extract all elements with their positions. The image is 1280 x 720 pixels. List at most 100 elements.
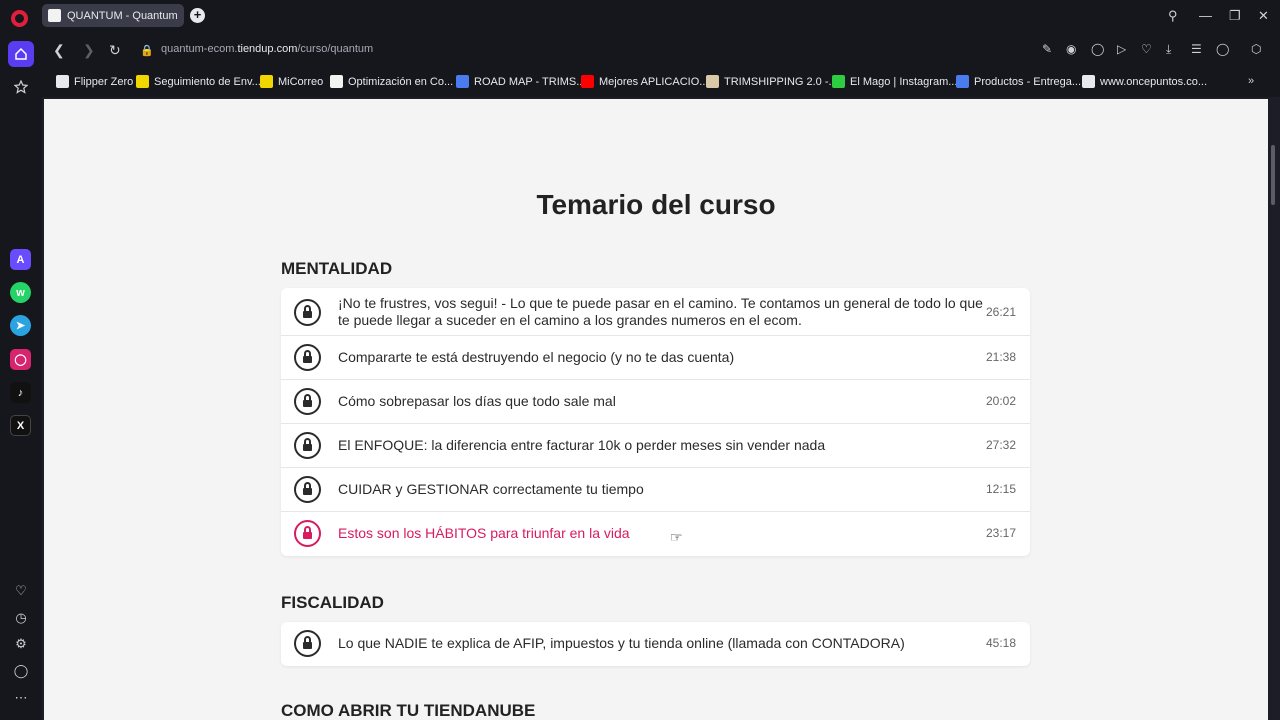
back-icon[interactable]: ❮ — [53, 42, 65, 59]
lesson-duration: 26:21 — [985, 305, 1016, 319]
lesson-row[interactable]: Cómo sobrepasar los días que todo sale m… — [281, 380, 1030, 424]
lock-icon — [294, 520, 321, 547]
bookmark-label: Optimización en Co... — [348, 75, 454, 88]
scrollbar-thumb[interactable] — [1271, 145, 1275, 205]
lesson-row[interactable]: Lo que NADIE te explica de AFIP, impuest… — [281, 622, 1030, 666]
download-icon[interactable]: ⤓ — [1166, 42, 1171, 57]
lock-icon — [294, 299, 321, 326]
settings-gear-icon[interactable]: ⚙ — [8, 631, 34, 657]
mail-icon — [260, 75, 273, 88]
play-icon[interactable]: ▷ — [1117, 42, 1126, 56]
lesson-row[interactable]: Compararte te está destruyendo el negoci… — [281, 336, 1030, 380]
leaf-icon — [832, 75, 845, 88]
bookmark-item[interactable]: MiCorreo — [260, 75, 323, 88]
lesson-list: Lo que NADIE te explica de AFIP, impuest… — [281, 622, 1030, 666]
lightbulb-icon[interactable]: ◯ — [8, 658, 34, 684]
lesson-duration: 12:15 — [985, 482, 1016, 496]
bookmarks-bar: Flipper Zero Seguimiento de Env... MiCor… — [42, 67, 1280, 97]
star-icon[interactable] — [8, 74, 34, 100]
lesson-duration: 27:32 — [985, 438, 1016, 452]
url-prefix: quantum-ecom. — [161, 43, 238, 55]
doc-icon — [1082, 75, 1095, 88]
bookmark-label: Mejores APLICACIO... — [599, 75, 709, 88]
profile-icon[interactable]: ◯ — [1216, 42, 1229, 56]
bookmark-label: El Mago | Instagram... — [850, 75, 958, 88]
instagram-icon[interactable]: ◯ — [10, 349, 31, 370]
lesson-title: Compararte te está destruyendo el negoci… — [338, 349, 735, 365]
heart-bookmark-icon[interactable]: ♡ — [1141, 42, 1152, 56]
lesson-duration: 23:17 — [985, 526, 1016, 540]
lock-icon — [294, 630, 321, 657]
bookmarks-overflow-icon[interactable]: » — [1248, 75, 1254, 87]
bookmark-label: www.oncepuntos.co... — [1100, 75, 1208, 88]
bookmark-item[interactable]: ROAD MAP - TRIMS... — [456, 75, 585, 88]
bookmark-item[interactable]: Mejores APLICACIO... — [581, 75, 708, 88]
doc-icon — [56, 75, 69, 88]
bookmark-item[interactable]: TRIMSHIPPING 2.0 -... — [706, 75, 838, 88]
lock-icon — [294, 344, 321, 371]
address-bar: ❮ ❯ ↻ 🔒 quantum-ecom.tiendup.com/curso/q… — [42, 33, 1280, 67]
minimize-icon[interactable]: — — [1199, 8, 1212, 23]
bookmark-item[interactable]: Productos - Entrega... — [956, 75, 1081, 88]
bookmark-label: Seguimiento de Env... — [154, 75, 261, 88]
telegram-icon[interactable]: ➤ — [10, 315, 31, 336]
trimshipping-icon — [706, 75, 719, 88]
lesson-row[interactable]: El ENFOQUE: la diferencia entre facturar… — [281, 424, 1030, 468]
bookmark-item[interactable]: www.oncepuntos.co... — [1082, 75, 1207, 88]
lesson-title: Estos son los HÁBITOS para triunfar en l… — [338, 525, 630, 541]
history-icon[interactable]: ◷ — [8, 605, 34, 631]
tab-favicon-icon — [48, 9, 61, 22]
heart-icon[interactable]: ♡ — [8, 578, 34, 604]
lesson-title: El ENFOQUE: la diferencia entre facturar… — [338, 437, 826, 453]
extensions-cube-icon[interactable]: ⬡ — [1251, 42, 1261, 56]
x-twitter-icon[interactable]: X — [10, 415, 31, 436]
docs-icon — [456, 75, 469, 88]
sk-icon — [330, 75, 343, 88]
aria-icon[interactable]: A — [10, 249, 31, 270]
forward-icon[interactable]: ❯ — [83, 42, 95, 59]
shield-icon[interactable]: ◯ — [1091, 42, 1104, 56]
new-tab-button[interactable]: + — [190, 8, 205, 23]
search-tabs-icon[interactable]: ⚲ — [1168, 8, 1178, 24]
bookmark-item[interactable]: Seguimiento de Env... — [136, 75, 261, 88]
lesson-title: Cómo sobrepasar los días que todo sale m… — [338, 393, 616, 409]
tiktok-icon[interactable]: ♪ — [10, 382, 31, 403]
youtube-icon — [581, 75, 594, 88]
bookmark-item[interactable]: Optimización en Co... — [330, 75, 453, 88]
close-window-icon[interactable]: ✕ — [1258, 8, 1269, 24]
browser-tab[interactable]: QUANTUM - Quantum Ec — [42, 4, 184, 27]
section-title: COMO ABRIR TU TIENDANUBE — [281, 701, 536, 720]
opera-sidebar: A w ➤ ◯ ♪ X ♡ ◷ ⚙ ◯ ⋯ — [0, 33, 42, 720]
lesson-duration: 20:02 — [985, 394, 1016, 408]
section-title: MENTALIDAD — [281, 259, 393, 278]
reload-icon[interactable]: ↻ — [109, 42, 121, 59]
easy-setup-icon[interactable]: ☰ — [1191, 42, 1202, 56]
docs-icon — [956, 75, 969, 88]
camera-icon[interactable]: ◉ — [1066, 42, 1076, 56]
lesson-title: ¡No te frustres, vos segui! - Lo que te … — [338, 295, 983, 328]
opera-logo-icon[interactable] — [11, 10, 28, 27]
lock-icon — [294, 432, 321, 459]
bookmark-item[interactable]: Flipper Zero — [56, 75, 133, 88]
page-content: Temario del curso MENTALIDAD ¡No te frus… — [44, 99, 1268, 720]
lock-site-icon[interactable]: 🔒 — [140, 44, 154, 57]
bookmark-item[interactable]: El Mago | Instagram... — [832, 75, 957, 88]
url-path: /curso/quantum — [297, 43, 374, 55]
lesson-row[interactable]: ¡No te frustres, vos segui! - Lo que te … — [281, 288, 1030, 336]
lesson-list: ¡No te frustres, vos segui! - Lo que te … — [281, 288, 1030, 556]
home-icon[interactable] — [8, 41, 34, 67]
url-domain: tiendup.com — [237, 43, 298, 55]
lesson-duration: 45:18 — [985, 636, 1016, 650]
lesson-row[interactable]: CUIDAR y GESTIONAR correctamente tu tiem… — [281, 468, 1030, 512]
bookmark-label: MiCorreo — [278, 75, 324, 88]
lesson-row-hovered[interactable]: Estos son los HÁBITOS para triunfar en l… — [281, 512, 1030, 556]
bookmark-label: Flipper Zero — [74, 75, 134, 88]
snapshot-edit-icon[interactable]: ✎ — [1042, 42, 1052, 56]
url-field[interactable]: quantum-ecom.tiendup.com/curso/quantum — [161, 43, 373, 55]
title-bar: QUANTUM - Quantum Ec + ⚲ — ❐ ✕ — [0, 0, 1280, 33]
more-dots-icon[interactable]: ⋯ — [8, 685, 34, 711]
whatsapp-icon[interactable]: w — [10, 282, 31, 303]
restore-icon[interactable]: ❐ — [1229, 8, 1241, 24]
lock-icon — [294, 476, 321, 503]
bookmark-label: Productos - Entrega... — [974, 75, 1081, 88]
